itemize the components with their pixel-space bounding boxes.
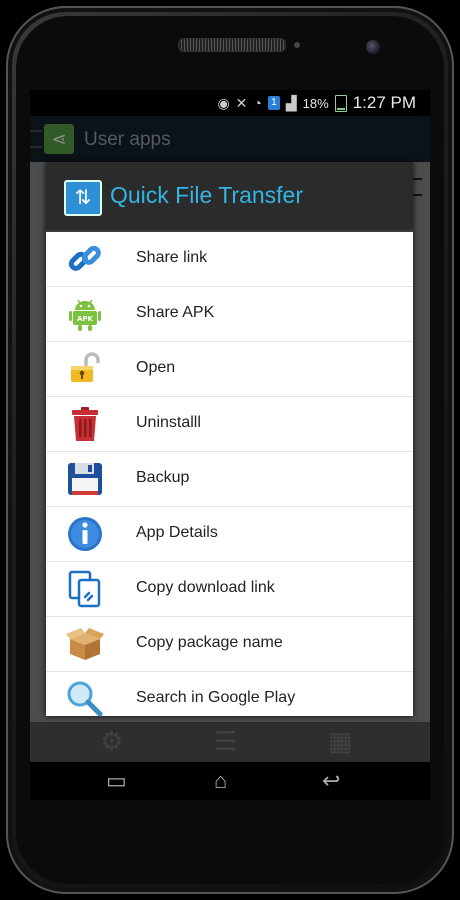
dialog-title: Quick File Transfer — [110, 182, 303, 208]
front-camera — [366, 40, 380, 54]
magnifier-icon — [66, 680, 104, 718]
menu-item-label: Share link — [136, 249, 208, 266]
menu-item-backup[interactable]: Backup — [46, 452, 413, 507]
menu-item-label: Copy package name — [136, 634, 283, 651]
link-icon — [66, 240, 104, 278]
menu-item-label: Search in Google Play — [136, 689, 296, 706]
android-apk-icon: APK — [66, 295, 104, 333]
menu-item-label: Uninstalll — [136, 414, 201, 431]
battery-percent: 18% — [302, 95, 329, 111]
status-bar: ◉ ✕ ◔ 1 ▟ 18% 1:27 PM — [30, 90, 430, 116]
menu-item-search-google-play[interactable]: Search in Google Play — [46, 672, 413, 726]
screen: ◉ ✕ ◔ 1 ▟ 18% 1:27 PM ⋖ User apps ⚙ ☰ ▦ … — [30, 90, 430, 800]
menu-item-uninstall[interactable]: Uninstalll — [46, 397, 413, 452]
signal-icon: ▟ — [285, 94, 297, 111]
box-icon — [66, 625, 104, 663]
action-list: Share link APK Share APK Open Uninstalll… — [46, 232, 413, 726]
menu-item-label: Share APK — [136, 304, 215, 321]
battery-icon — [334, 94, 347, 112]
menu-item-label: Copy download link — [136, 579, 275, 596]
recent-apps-icon[interactable]: ▭ — [106, 768, 127, 794]
eye-icon: ◉ — [217, 94, 230, 111]
unlock-icon — [66, 350, 104, 388]
menu-item-copy-download-link[interactable]: Copy download link — [46, 562, 413, 617]
dialog-header: ⇅ Quick File Transfer — [46, 162, 413, 232]
floppy-icon — [66, 460, 104, 498]
trash-icon — [66, 405, 104, 443]
menu-item-open[interactable]: Open — [46, 342, 413, 397]
menu-item-copy-package-name[interactable]: Copy package name — [46, 617, 413, 672]
menu-item-label: Backup — [136, 469, 190, 486]
info-icon — [66, 515, 104, 553]
copy-link-icon — [66, 570, 104, 608]
earpiece-speaker — [178, 38, 286, 52]
sim-badge: 1 — [267, 96, 280, 110]
menu-item-app-details[interactable]: App Details — [46, 507, 413, 562]
wifi-icon: ◔ — [253, 95, 262, 111]
menu-item-share-apk[interactable]: APK Share APK — [46, 287, 413, 342]
home-icon[interactable]: ⌂ — [214, 768, 227, 794]
mute-icon: ✕ — [235, 94, 248, 111]
menu-item-label: App Details — [136, 524, 218, 541]
quick-file-transfer-dialog: ⇅ Quick File Transfer Share link APK Sha… — [46, 162, 413, 717]
proximity-sensor — [294, 42, 300, 48]
transfer-arrows-icon: ⇅ — [64, 180, 102, 216]
back-icon[interactable]: ↩ — [322, 768, 340, 794]
clock: 1:27 PM — [352, 93, 416, 112]
menu-item-label: Open — [136, 359, 176, 376]
svg-text:APK: APK — [77, 315, 94, 323]
menu-item-share-link[interactable]: Share link — [46, 232, 413, 287]
system-nav-bar: ▭ ⌂ ↩ — [30, 762, 430, 800]
